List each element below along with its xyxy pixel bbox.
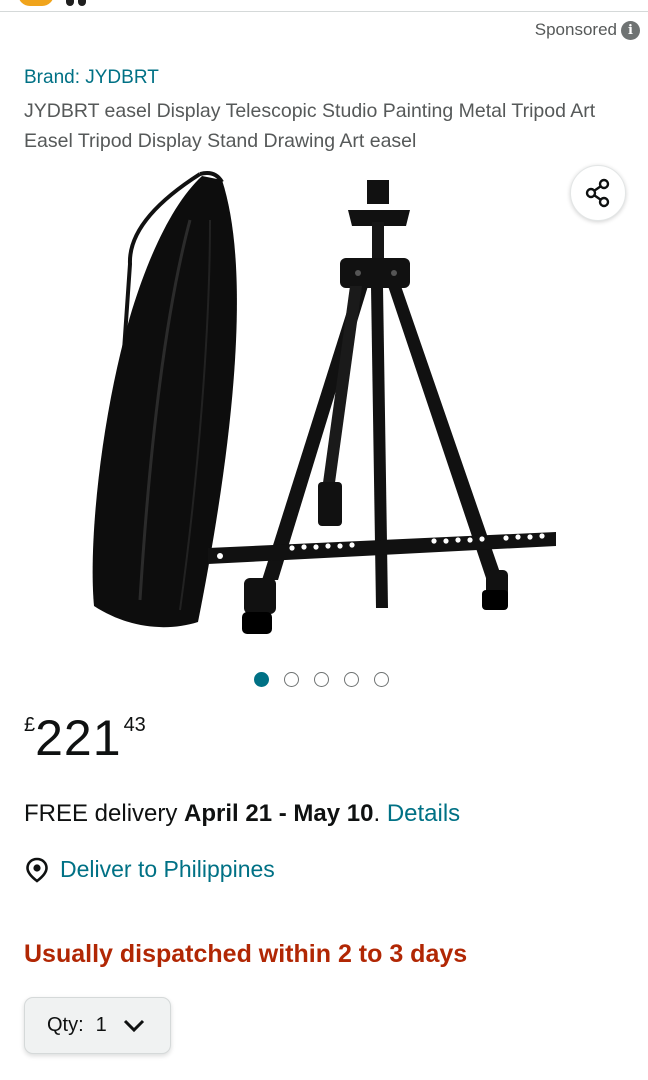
chevron-down-icon (123, 1019, 145, 1033)
quantity-label: Qty: (47, 1014, 84, 1036)
delivery-suffix: . (373, 800, 387, 827)
easel (208, 180, 556, 634)
image-carousel-dots[interactable] (254, 672, 389, 687)
nav-icon-fragment (66, 0, 74, 6)
share-icon (585, 178, 610, 208)
info-icon[interactable]: i (621, 20, 640, 40)
delivery-prefix: FREE delivery (24, 800, 185, 827)
product-image[interactable] (70, 160, 570, 640)
delivery-dates: April 21 - May 10 (184, 800, 374, 827)
location-pin-icon (26, 857, 48, 883)
carousel-dot-2[interactable] (284, 672, 299, 687)
deliver-to-link[interactable]: Deliver to Philippines (24, 856, 275, 883)
share-button[interactable] (570, 165, 626, 221)
price-currency: £ (24, 714, 36, 736)
deliver-to-label: Deliver to Philippines (60, 856, 275, 882)
brand-link[interactable]: Brand: JYDBRT (24, 67, 159, 89)
delivery-info: FREE delivery April 21 - May 10. Details (24, 800, 460, 828)
nav-accent-shape (18, 0, 54, 6)
carousel-dot-4[interactable] (344, 672, 359, 687)
sponsored-text: Sponsored (534, 20, 617, 39)
product-title: JYDBRT easel Display Telescopic Studio P… (24, 100, 596, 152)
price-whole: 221 (35, 710, 122, 766)
carousel-dot-3[interactable] (314, 672, 329, 687)
price: £ 221 43 (24, 710, 146, 766)
dispatch-status: Usually dispatched within 2 to 3 days (24, 940, 468, 968)
quantity-value: 1 (95, 1014, 107, 1036)
carousel-dot-5[interactable] (374, 672, 389, 687)
price-fraction: 43 (123, 714, 146, 736)
sponsored-label[interactable]: Sponsored i (535, 20, 640, 40)
delivery-details-link[interactable]: Details (387, 800, 460, 827)
nav-icon-fragment (78, 0, 86, 6)
top-strip (0, 0, 648, 12)
carousel-dot-1[interactable] (254, 672, 269, 687)
quantity-selector[interactable]: Qty: 1 (24, 997, 171, 1054)
